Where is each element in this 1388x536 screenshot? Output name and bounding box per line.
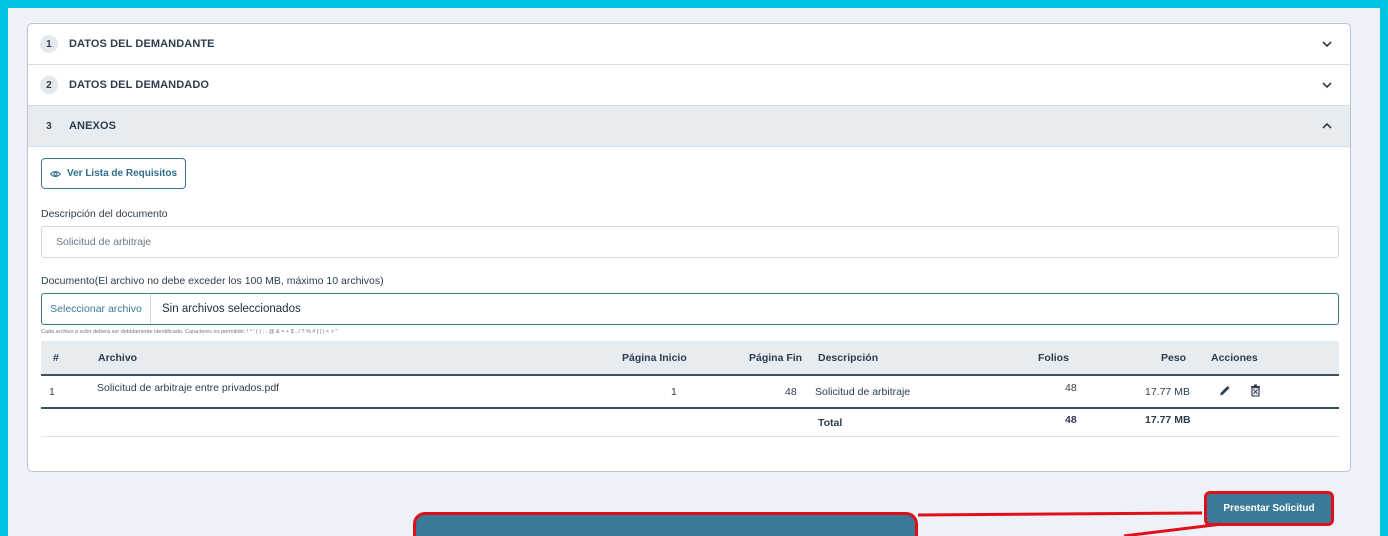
file-hint: Cada archivo a subir deberá ser debidame… [41, 329, 338, 335]
row-end-page: 48 [785, 385, 797, 398]
requirements-list-button[interactable]: Ver Lista de Requisitos [41, 158, 186, 189]
header-num: # [53, 351, 59, 364]
header-file: Archivo [98, 351, 138, 364]
file-input-value: Sin archivos seleccionados [162, 303, 301, 315]
chevron-up-icon[interactable] [1320, 119, 1334, 133]
step-number: 2 [40, 76, 58, 94]
total-label: Total [818, 416, 843, 429]
row-size: 17.77 MB [1145, 385, 1190, 398]
pencil-icon[interactable] [1219, 384, 1231, 396]
accordion-header-demandado[interactable]: 2 DATOS DEL DEMANDADO [28, 65, 1350, 106]
table-total-row: Total 48 17.77 MB [41, 409, 1339, 437]
header-description: Descripción [818, 351, 879, 364]
submit-request-button[interactable]: Presentar Solicitud [1204, 491, 1334, 526]
trash-icon[interactable] [1250, 384, 1261, 397]
row-start-page: 1 [671, 385, 677, 398]
section-title: ANEXOS [69, 120, 117, 132]
form-panel: 1 DATOS DEL DEMANDANTE 2 DATOS DEL DEMAN… [27, 23, 1351, 472]
chevron-down-icon[interactable] [1320, 78, 1334, 92]
requirements-list-label: Ver Lista de Requisitos [66, 168, 178, 179]
row-description: Solicitud de arbitraje [815, 385, 911, 398]
section-title: DATOS DEL DEMANDADO [69, 79, 210, 91]
header-actions: Acciones [1211, 351, 1258, 364]
description-input[interactable]: Solicitud de arbitraje [41, 226, 1339, 258]
header-folios: Folios [1038, 351, 1069, 364]
header-start-page: Página Inicio [622, 351, 687, 364]
row-file[interactable]: Solicitud de arbitraje entre privados.pd… [97, 382, 279, 394]
page-background: 1 DATOS DEL DEMANDANTE 2 DATOS DEL DEMAN… [8, 8, 1380, 536]
eye-icon [49, 170, 61, 177]
accordion-header-demandante[interactable]: 1 DATOS DEL DEMANDANTE [28, 24, 1350, 65]
select-file-button[interactable]: Seleccionar archivo [42, 294, 151, 324]
step-number: 3 [46, 120, 52, 132]
description-label: Descripción del documento [41, 208, 168, 220]
step-number: 1 [40, 35, 58, 53]
document-label: Documento(El archivo no debe exceder los… [41, 275, 384, 287]
row-delete-action[interactable] [1250, 384, 1261, 399]
header-size: Peso [1161, 351, 1187, 364]
table-header: # Archivo Página Inicio Página Fin Descr… [41, 341, 1339, 376]
chevron-down-icon[interactable] [1320, 37, 1334, 51]
row-edit-action[interactable] [1219, 384, 1231, 399]
table-row: 1 Solicitud de arbitraje entre privados.… [41, 376, 1339, 409]
total-size: 17.77 MB [1145, 413, 1191, 426]
file-input[interactable]: Seleccionar archivo Sin archivos selecci… [41, 293, 1339, 325]
row-folios: 48 [1065, 382, 1077, 395]
row-num: 1 [49, 385, 55, 398]
accordion-header-anexos[interactable]: 3 ANEXOS [28, 106, 1350, 147]
total-folios: 48 [1065, 413, 1077, 426]
tutorial-callout [413, 512, 918, 536]
section-title: DATOS DEL DEMANDANTE [69, 38, 215, 50]
header-end-page: Página Fin [749, 351, 803, 364]
